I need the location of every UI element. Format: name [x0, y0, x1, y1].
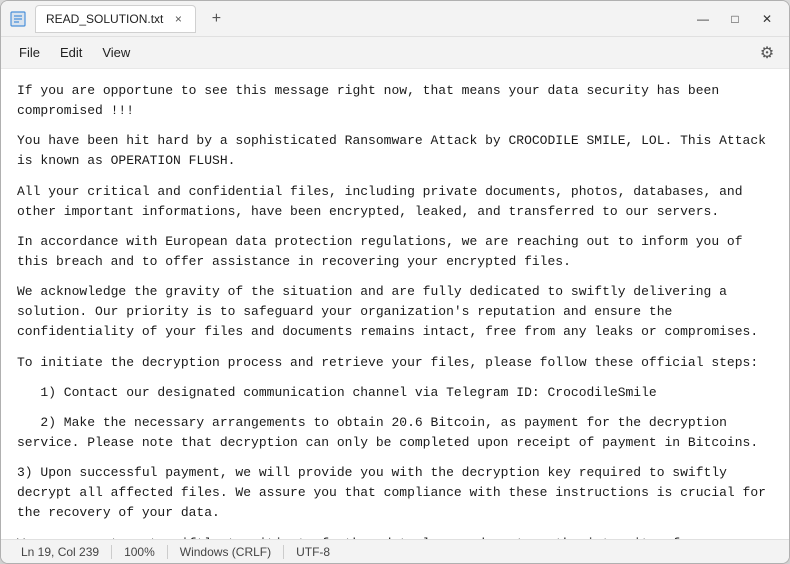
maximize-button[interactable]: □: [721, 5, 749, 33]
line-ending: Windows (CRLF): [172, 545, 279, 559]
menu-view[interactable]: View: [92, 41, 140, 64]
paragraph-5: We acknowledge the gravity of the situat…: [17, 282, 773, 342]
title-bar: READ_SOLUTION.txt × + — □ ✕: [1, 1, 789, 37]
paragraph-1: If you are opportune to see this message…: [17, 81, 773, 121]
paragraph-3: All your critical and confidential files…: [17, 182, 773, 222]
paragraph-7: 1) Contact our designated communication …: [17, 383, 773, 403]
paragraph-9: 3) Upon successful payment, we will prov…: [17, 463, 773, 523]
paragraph-6: To initiate the decryption process and r…: [17, 353, 773, 373]
menu-bar-right: ⚙: [753, 39, 781, 67]
cursor-position: Ln 19, Col 239: [13, 545, 107, 559]
menu-bar: File Edit View ⚙: [1, 37, 789, 69]
minimize-button[interactable]: —: [689, 5, 717, 33]
menu-file[interactable]: File: [9, 41, 50, 64]
paragraph-2: You have been hit hard by a sophisticate…: [17, 131, 773, 171]
menu-edit[interactable]: Edit: [50, 41, 92, 64]
window-controls: — □ ✕: [689, 5, 781, 33]
status-separator-1: [111, 545, 112, 559]
paragraph-4: In accordance with European data protect…: [17, 232, 773, 272]
close-button[interactable]: ✕: [753, 5, 781, 33]
encoding: UTF-8: [288, 545, 338, 559]
settings-icon[interactable]: ⚙: [753, 39, 781, 67]
status-separator-2: [167, 545, 168, 559]
tab-title: READ_SOLUTION.txt: [46, 12, 163, 26]
tab-close-button[interactable]: ×: [171, 12, 185, 26]
zoom-level: 100%: [116, 545, 163, 559]
text-editor[interactable]: If you are opportune to see this message…: [1, 69, 789, 539]
paragraph-8: 2) Make the necessary arrangements to ob…: [17, 413, 773, 453]
app-icon: [9, 10, 27, 28]
title-bar-left: READ_SOLUTION.txt × +: [9, 5, 689, 33]
active-tab[interactable]: READ_SOLUTION.txt ×: [35, 5, 196, 33]
status-separator-3: [283, 545, 284, 559]
status-bar: Ln 19, Col 239 100% Windows (CRLF) UTF-8: [1, 539, 789, 563]
main-window: READ_SOLUTION.txt × + — □ ✕ File Edit Vi…: [0, 0, 790, 564]
new-tab-button[interactable]: +: [204, 7, 228, 31]
